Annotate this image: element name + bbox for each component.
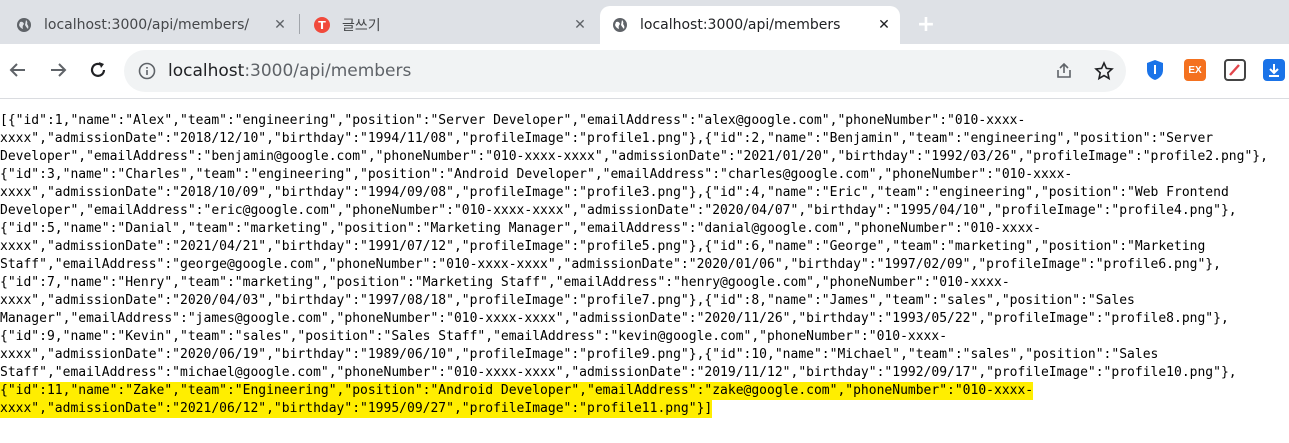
json-line: Staff","emailAddress":"michael@google.co… (0, 365, 1237, 380)
url-path: :3000/api/members (244, 61, 412, 81)
json-line: {"id":3,"name":"Charles","team":"enginee… (0, 167, 1073, 182)
tistory-icon: T (314, 17, 330, 33)
json-response-body: [{"id":1,"name":"Alex","team":"engineeri… (0, 112, 1289, 418)
close-icon[interactable]: ✕ (570, 15, 590, 35)
pen-extension-icon[interactable] (1224, 59, 1246, 81)
reload-icon (90, 62, 106, 77)
close-icon[interactable]: ✕ (270, 15, 290, 35)
json-line: {"id":7,"name":"Henry","team":"marketing… (0, 275, 1010, 290)
tab-title: localhost:3000/api/members (640, 17, 841, 33)
download-extension-icon[interactable] (1263, 59, 1285, 81)
reload-button[interactable] (84, 56, 112, 84)
globe-icon (613, 18, 627, 32)
ex-extension-icon[interactable]: EX (1184, 59, 1206, 81)
json-line: Developer","emailAddress":"eric@google.c… (0, 203, 1237, 218)
tab-write-post[interactable]: T 글쓰기 ✕ (302, 6, 596, 44)
new-tab-button[interactable]: + (912, 10, 940, 38)
toolbar-divider (0, 98, 1289, 99)
bookmark-star-icon[interactable] (1094, 61, 1114, 81)
json-line: [{"id":1,"name":"Alex","team":"engineeri… (0, 113, 1026, 128)
json-line-highlighted: xxxx","admissionDate":"2021/06/12","birt… (0, 400, 713, 418)
json-line: xxxx","admissionDate":"2021/04/21","birt… (0, 239, 1206, 254)
json-line: xxxx","admissionDate":"2020/04/03","birt… (0, 293, 1135, 308)
tab-title: 글쓰기 (342, 18, 381, 34)
json-line-highlighted: {"id":11,"name":"Zake","team":"Engineeri… (0, 382, 1034, 400)
tab-strip: localhost:3000/api/members/ ✕ T 글쓰기 ✕ lo… (0, 0, 1289, 44)
arrow-right-icon (51, 63, 67, 77)
tab-separator (299, 14, 300, 34)
close-icon[interactable]: ✕ (874, 15, 894, 35)
back-button[interactable] (4, 56, 32, 84)
json-line: Staff","emailAddress":"george@google.com… (0, 257, 1221, 272)
json-line: xxxx","admissionDate":"2018/12/10","birt… (0, 131, 1214, 146)
json-line: {"id":9,"name":"Kevin","team":"sales","p… (0, 329, 948, 344)
tab-members-slash[interactable]: localhost:3000/api/members/ ✕ (4, 6, 296, 44)
json-line: xxxx","admissionDate":"2018/10/09","birt… (0, 185, 1229, 200)
tab-members-active[interactable]: localhost:3000/api/members ✕ (600, 6, 900, 44)
json-line: xxxx","admissionDate":"2020/06/19","birt… (0, 347, 1159, 362)
json-line: Developer","emailAddress":"benjamin@goog… (0, 149, 1268, 164)
shield-extension-icon[interactable] (1144, 59, 1166, 81)
url-text[interactable]: localhost:3000/api/members (168, 61, 411, 81)
json-line: {"id":5,"name":"Danial","team":"marketin… (0, 221, 1041, 236)
tab-title: localhost:3000/api/members/ (44, 17, 250, 33)
address-bar[interactable]: localhost:3000/api/members (124, 50, 1126, 92)
arrow-left-icon (9, 63, 25, 77)
forward-button[interactable] (44, 56, 72, 84)
share-icon[interactable] (1054, 61, 1074, 81)
url-host: localhost (168, 61, 245, 81)
info-icon[interactable] (138, 62, 156, 80)
toolbar: localhost:3000/api/members EX (0, 44, 1289, 98)
globe-icon (17, 18, 31, 32)
ex-extension-label: EX (1188, 64, 1202, 76)
json-line: Manager","emailAddress":"james@google.co… (0, 311, 1229, 326)
